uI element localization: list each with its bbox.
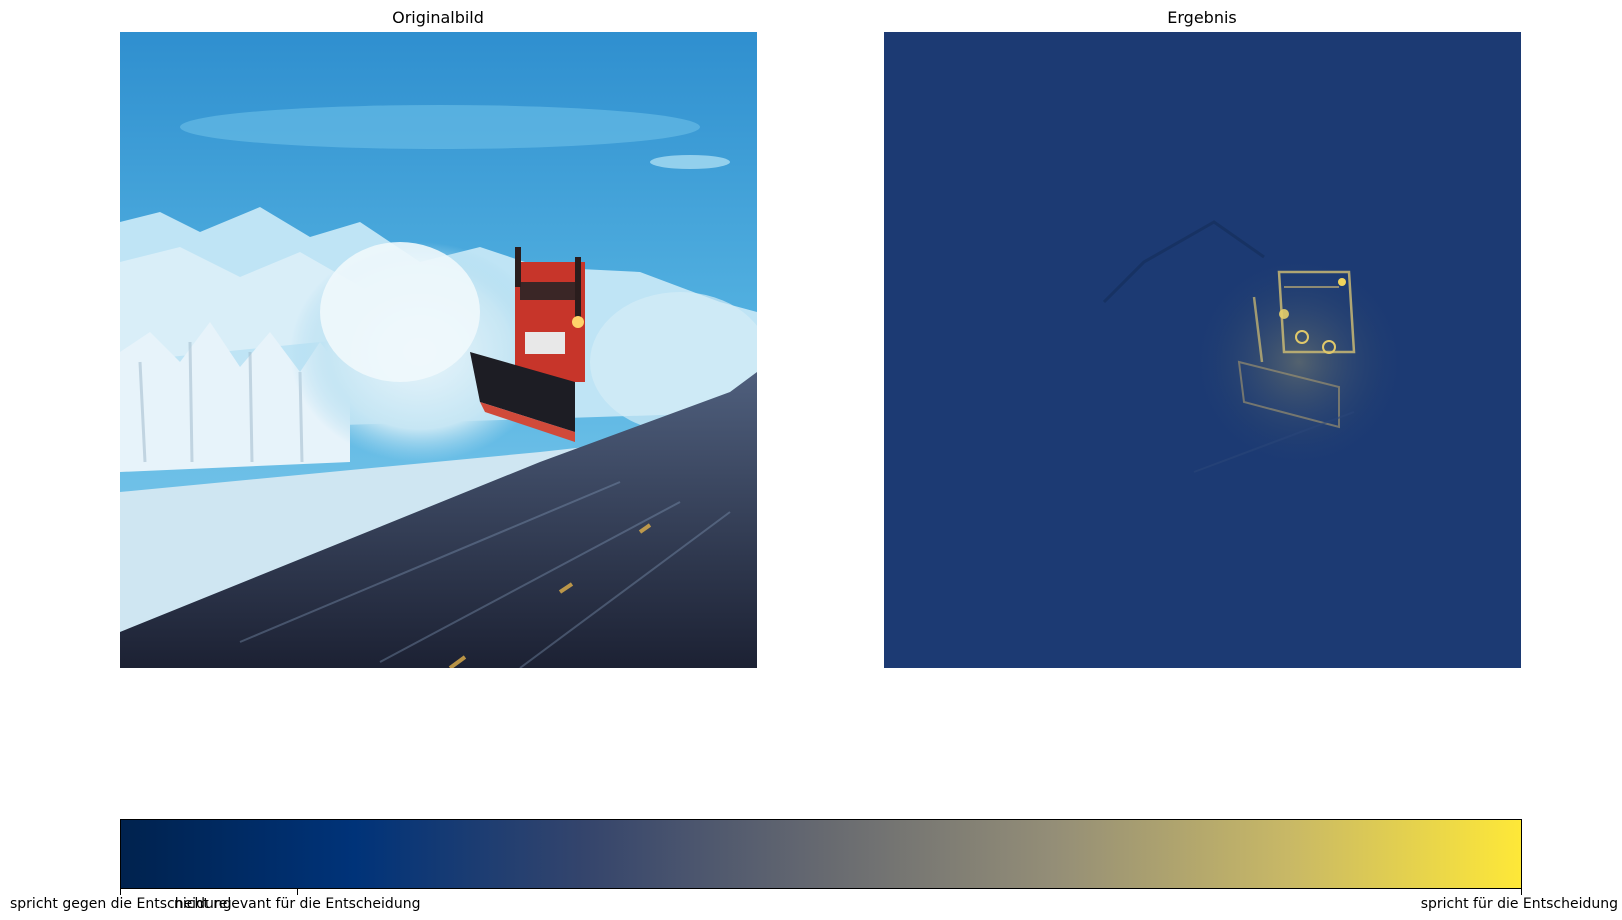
colorbar-label-neutral: nicht relevant für die Entscheidung <box>174 896 421 912</box>
colorbar-tick <box>297 889 298 895</box>
colorbar-label-for: spricht für die Entscheidung <box>1420 896 1618 912</box>
colorbar-tick <box>1521 889 1522 895</box>
colorbar <box>120 819 1522 889</box>
result-image-title: Ergebnis <box>1167 8 1237 27</box>
colorbar-tick <box>120 889 121 895</box>
original-image <box>120 32 757 668</box>
result-heatmap <box>884 32 1521 668</box>
original-image-title: Originalbild <box>392 8 484 27</box>
